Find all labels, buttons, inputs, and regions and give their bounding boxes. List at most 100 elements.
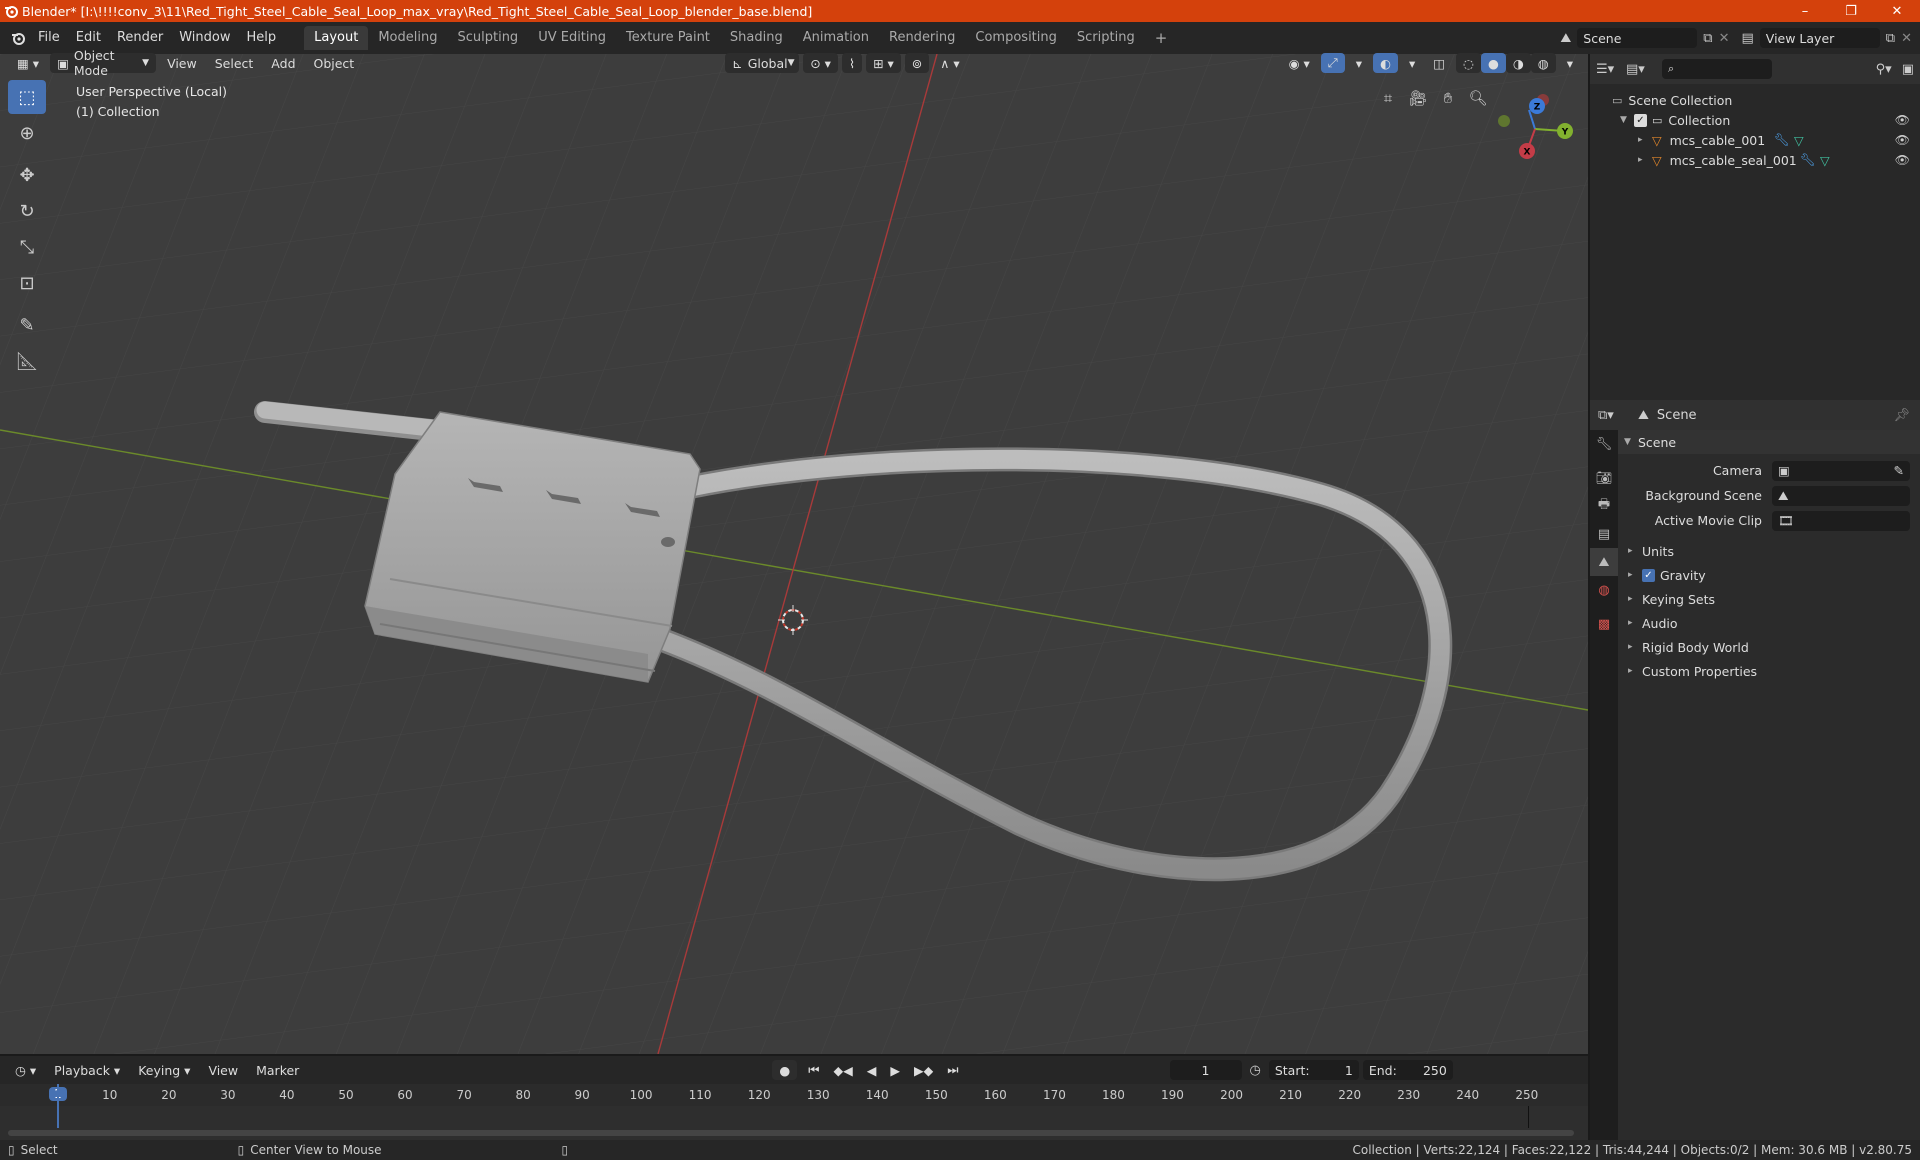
remove-view-layer-icon[interactable]: ✕ <box>1901 31 1912 46</box>
gizmo-toggle-icon[interactable]: ⤢ <box>1320 53 1345 73</box>
overlay-dropdown[interactable]: ▾ <box>1402 53 1422 73</box>
select-box-tool-icon[interactable]: ⬚ <box>8 80 46 114</box>
shading-material-icon[interactable]: ◑ <box>1505 53 1531 73</box>
properties-editor-type-icon[interactable]: ⧉▾ <box>1598 408 1638 423</box>
new-scene-icon[interactable]: ⧉ <box>1703 31 1712 46</box>
new-view-layer-icon[interactable]: ⧉ <box>1886 31 1895 46</box>
panel-gravity[interactable]: ▸ ✓ Gravity <box>1618 563 1920 587</box>
tab-rendering[interactable]: Rendering <box>879 26 965 50</box>
timeline-ruler[interactable]: 1102030405060708090100110120130140150160… <box>0 1084 1588 1106</box>
gravity-checkbox[interactable]: ✓ <box>1642 568 1655 582</box>
eye-icon[interactable]: 👁︎ <box>1895 133 1910 147</box>
snap-target-dropdown[interactable]: ⊞ ▾ <box>866 53 901 73</box>
tab-uv-editing[interactable]: UV Editing <box>528 26 616 50</box>
panel-units[interactable]: ▸ Units <box>1618 539 1920 563</box>
world-tab-icon[interactable]: ◍ <box>1590 576 1618 604</box>
timeline-editor-type-icon[interactable]: ◷ ▾ <box>8 1060 43 1080</box>
auto-keying-icon[interactable]: ● <box>772 1060 798 1080</box>
panel-rigid-body-world[interactable]: ▸ Rigid Body World <box>1618 635 1920 659</box>
end-frame-field[interactable]: End: 250 <box>1362 1060 1453 1080</box>
scene-selector[interactable]: Scene <box>1577 28 1698 48</box>
menu-render[interactable]: Render <box>109 27 171 49</box>
new-collection-icon[interactable]: ▣ <box>1902 62 1914 77</box>
toggle-perspective-icon[interactable]: ⌗ <box>1374 84 1402 112</box>
outliner-editor-type-icon[interactable]: ☰▾ <box>1596 62 1626 77</box>
tab-compositing[interactable]: Compositing <box>965 26 1067 50</box>
tool-tab-icon[interactable]: 🔧︎ <box>1590 430 1618 458</box>
eyedropper-icon[interactable]: ✎ <box>1894 463 1904 478</box>
active-movie-clip-field[interactable]: 🎞︎ <box>1772 510 1910 531</box>
menu-add[interactable]: Add <box>264 53 302 73</box>
timeline-track-area[interactable] <box>0 1084 1588 1142</box>
modifier-wrench-icon[interactable]: 🔧︎ <box>1774 132 1790 148</box>
view-layer-tab-icon[interactable]: ▤ <box>1590 520 1618 548</box>
outliner-scene-collection[interactable]: ▭ Scene Collection <box>1590 90 1920 110</box>
eye-icon[interactable]: 👁︎ <box>1895 113 1910 127</box>
background-scene-field[interactable]: ⛰ <box>1772 485 1910 506</box>
snap-toggle-icon[interactable]: ⌇ <box>841 53 863 73</box>
outliner-search-input[interactable]: ⌕ <box>1662 59 1772 79</box>
play-icon[interactable]: ▶ <box>883 1060 907 1080</box>
transform-tool-icon[interactable]: ⊡ <box>8 266 46 300</box>
rotate-tool-icon[interactable]: ↻ <box>8 194 46 228</box>
close-button[interactable]: ✕ <box>1874 0 1920 22</box>
panel-custom-properties[interactable]: ▸ Custom Properties <box>1618 659 1920 683</box>
tab-texture-paint[interactable]: Texture Paint <box>616 26 720 50</box>
shading-wireframe-icon[interactable]: ◌ <box>1456 53 1481 73</box>
add-workspace-icon[interactable]: + <box>1145 26 1178 50</box>
measure-tool-icon[interactable]: 📐︎ <box>8 344 46 378</box>
menu-window[interactable]: Window <box>171 27 238 49</box>
camera-field[interactable]: ▣ ✎ <box>1772 460 1910 481</box>
play-reverse-icon[interactable]: ◀ <box>860 1060 884 1080</box>
remove-scene-icon[interactable]: ✕ <box>1719 31 1730 46</box>
view-layer-icon[interactable]: ▤ <box>1742 31 1754 46</box>
tab-sculpting[interactable]: Sculpting <box>447 26 528 50</box>
tab-scripting[interactable]: Scripting <box>1067 26 1145 50</box>
visibility-dropdown[interactable]: ◉ ▾ <box>1282 53 1317 73</box>
prev-keyframe-icon[interactable]: ◆◀ <box>827 1060 860 1080</box>
menu-select[interactable]: Select <box>208 53 261 73</box>
blender-menu-icon[interactable] <box>6 27 30 49</box>
expand-arrow-icon[interactable]: ▼ <box>1620 115 1634 125</box>
start-frame-field[interactable]: Start: 1 <box>1268 1060 1359 1080</box>
outliner-item-mcs-cable-seal[interactable]: ▸ ▽ mcs_cable_seal_001 🔧︎ ▽ 👁︎ <box>1590 150 1920 170</box>
keying-menu[interactable]: Keying ▾ <box>131 1060 197 1080</box>
preview-range-icon[interactable]: ◷ <box>1250 1063 1261 1078</box>
scene-icon[interactable]: ⛰ <box>1560 31 1571 46</box>
xray-toggle-icon[interactable]: ◫ <box>1426 53 1452 73</box>
menu-help[interactable]: Help <box>239 27 285 49</box>
eye-icon[interactable]: 👁︎ <box>1895 153 1910 167</box>
marker-menu[interactable]: Marker <box>249 1060 306 1080</box>
menu-view[interactable]: View <box>160 53 204 73</box>
tab-animation[interactable]: Animation <box>793 26 879 50</box>
display-mode-icon[interactable]: ▤▾ <box>1626 62 1656 77</box>
current-frame-field[interactable]: 1 <box>1169 1060 1242 1080</box>
annotate-tool-icon[interactable]: ✎ <box>8 308 46 342</box>
tab-layout[interactable]: Layout <box>304 26 369 50</box>
maximize-button[interactable]: ❐ <box>1828 0 1874 22</box>
minimize-button[interactable]: – <box>1782 0 1828 22</box>
pivot-dropdown[interactable]: ⊙ ▾ <box>803 53 838 73</box>
mesh-data-icon[interactable]: ▽ <box>1794 133 1804 148</box>
playback-menu[interactable]: Playback ▾ <box>47 1060 127 1080</box>
3d-viewport[interactable]: Z Y X <box>0 54 1588 1054</box>
texture-tab-icon[interactable]: ▩ <box>1590 610 1618 638</box>
mode-dropdown[interactable]: ▣ Object Mode ▼ <box>50 48 157 78</box>
shading-dropdown[interactable]: ▾ <box>1560 53 1580 73</box>
next-keyframe-icon[interactable]: ▶◆ <box>907 1060 940 1080</box>
collection-checkbox[interactable]: ✓ <box>1634 113 1647 127</box>
shading-rendered-icon[interactable]: ◍ <box>1530 53 1556 73</box>
proportional-edit-icon[interactable]: ⊚ <box>904 53 930 73</box>
expand-arrow-icon[interactable]: ▸ <box>1638 135 1652 145</box>
move-tool-icon[interactable]: ✥ <box>8 158 46 192</box>
gizmo-dropdown[interactable]: ▾ <box>1349 53 1369 73</box>
tab-shading[interactable]: Shading <box>720 26 793 50</box>
jump-start-icon[interactable]: ⏮ <box>801 1060 826 1080</box>
filter-icon[interactable]: ⚲▾ <box>1876 62 1892 77</box>
cursor-tool-icon[interactable]: ⊕ <box>8 116 46 150</box>
menu-object[interactable]: Object <box>307 53 362 73</box>
camera-view-icon[interactable]: 🎥︎ <box>1404 84 1432 112</box>
timeline-view-menu[interactable]: View <box>201 1060 245 1080</box>
mesh-data-icon[interactable]: ▽ <box>1820 153 1830 168</box>
view-layer-selector[interactable]: View Layer <box>1759 28 1880 48</box>
